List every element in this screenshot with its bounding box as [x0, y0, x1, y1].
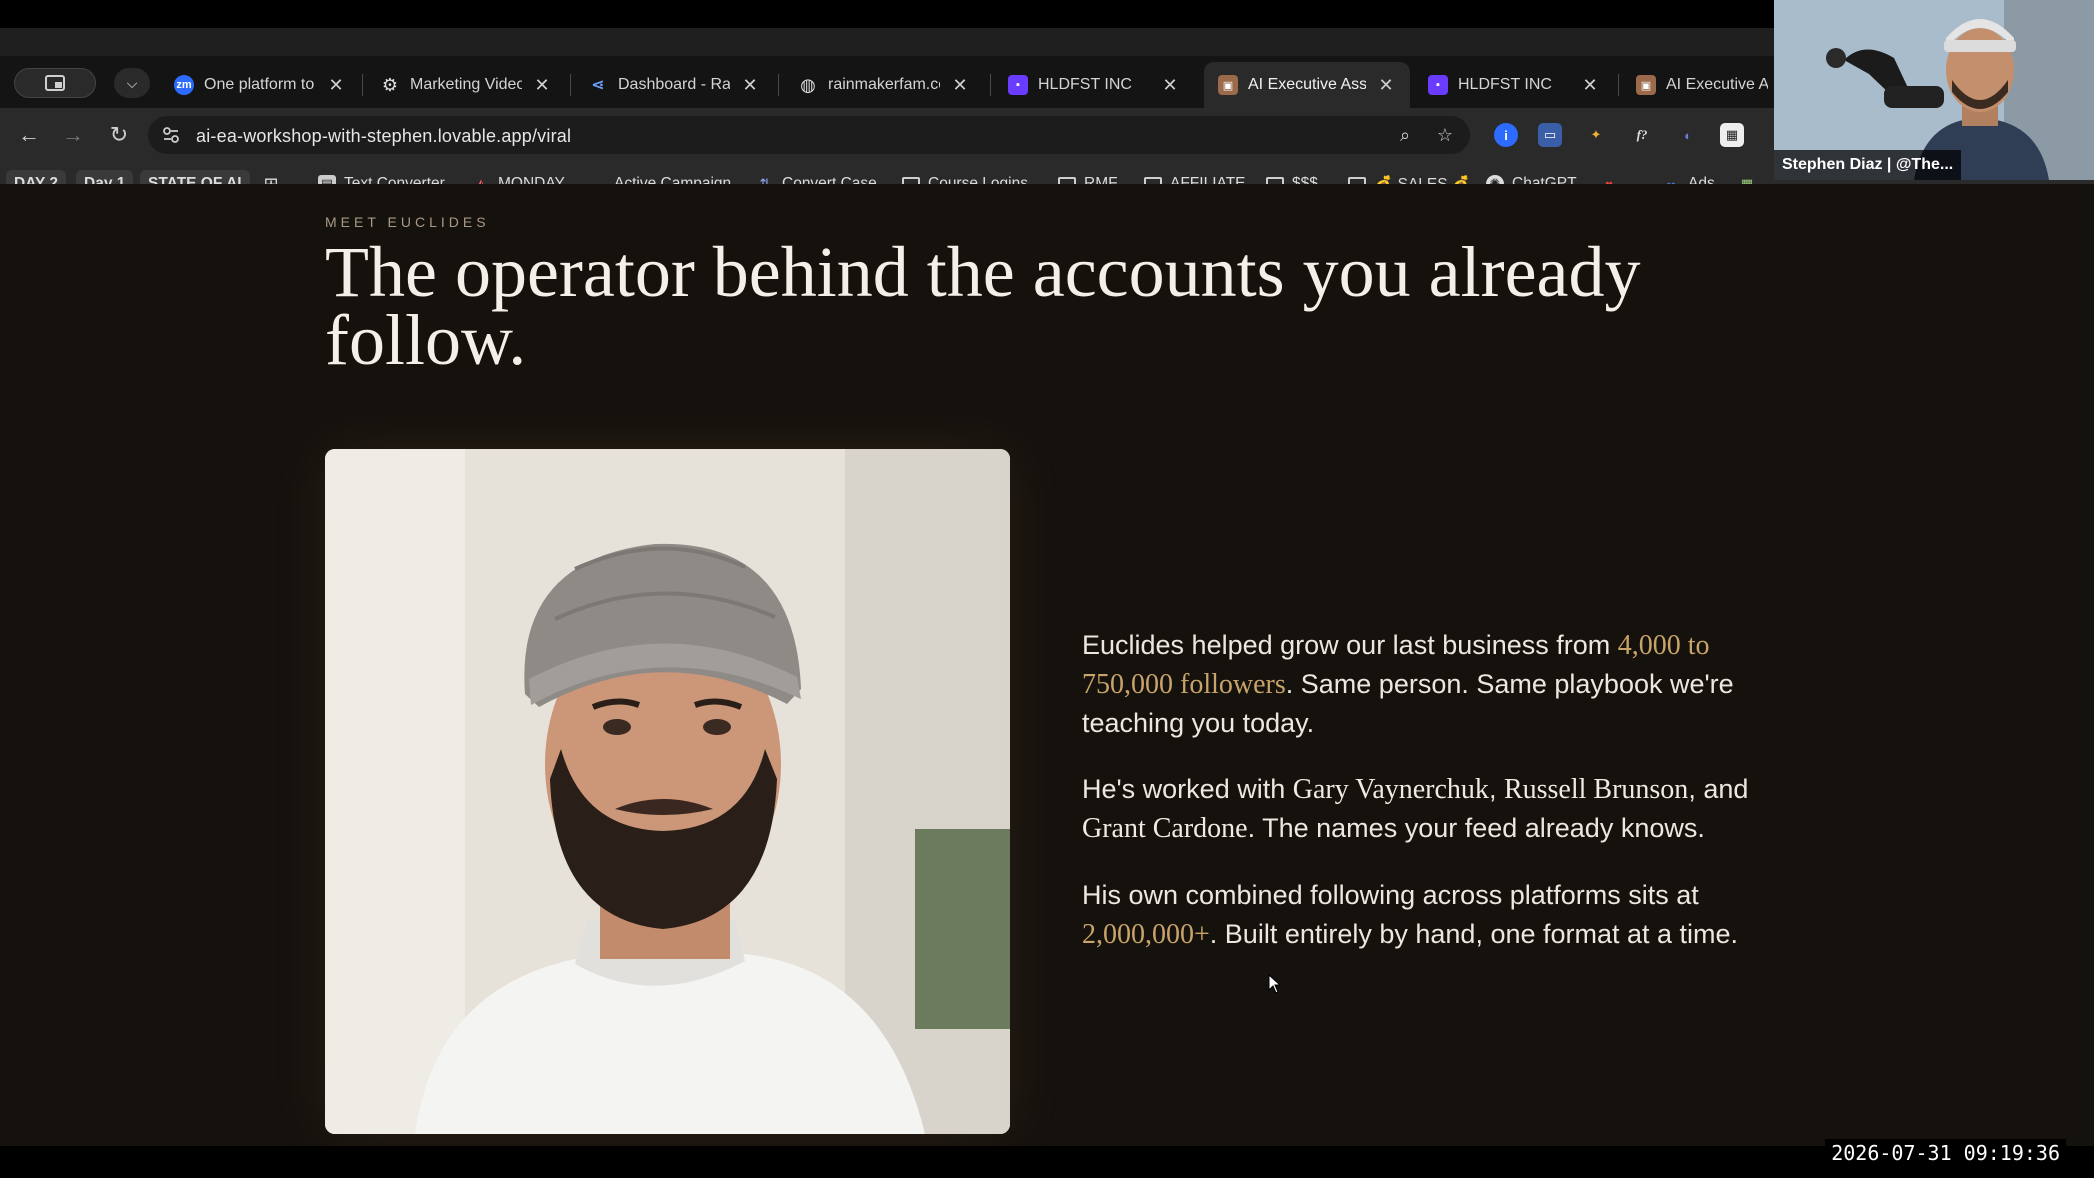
tab-list-button[interactable]: ⌵ [114, 68, 150, 98]
close-icon[interactable]: ✕ [532, 75, 552, 96]
tab-3[interactable]: ◍ rainmakerfam.co ✕ [784, 62, 984, 108]
arrow-right-icon: → [62, 122, 84, 147]
grid-extension-icon[interactable]: ▦ [1720, 123, 1744, 147]
page-icon: ▣ [1218, 75, 1238, 95]
forward-button[interactable]: → [58, 120, 88, 150]
close-icon[interactable]: ✕ [1376, 75, 1396, 96]
close-icon[interactable]: ✕ [950, 75, 970, 96]
site-settings-icon[interactable] [160, 124, 182, 146]
p3-text-after: . Built entirely by hand, one format at … [1209, 919, 1739, 949]
address-bar[interactable]: ai-ea-workshop-with-stephen.lovable.app/… [148, 116, 1470, 154]
p1-text-before: Euclides helped grow our last business f… [1082, 630, 1618, 660]
close-icon[interactable]: ✕ [740, 75, 760, 96]
magic-wand-icon[interactable]: ✦ [1584, 123, 1608, 147]
bio-paragraph-1: Euclides helped grow our last business f… [1082, 626, 1782, 743]
back-button[interactable]: ← [14, 120, 44, 150]
close-icon[interactable]: ✕ [1580, 75, 1600, 96]
p2-text-before: He's worked with [1082, 774, 1293, 804]
name-russell-brunson: Russell Brunson [1503, 774, 1689, 805]
tab-separator [990, 74, 991, 96]
gear-icon: ⚙ [381, 74, 399, 95]
tab-2[interactable]: ⋖ Dashboard - Rain ✕ [574, 62, 774, 108]
screen-capture-icon[interactable]: ▭ [1538, 123, 1562, 147]
reload-icon: ↻ [109, 122, 129, 147]
tab-separator [570, 74, 571, 96]
webcam-overlay: Stephen Diaz | @The... [1774, 0, 2094, 180]
tab-title: One platform to c [204, 76, 316, 93]
tab-6[interactable]: ▪ HLDFST INC ✕ [1414, 62, 1614, 108]
close-icon[interactable]: ✕ [1160, 75, 1180, 96]
bio-paragraph-3: His own combined following across platfo… [1082, 876, 1782, 954]
tab-1[interactable]: ⚙ Marketing Video ✕ [366, 62, 566, 108]
tab-search-button[interactable] [14, 68, 96, 98]
chevron-down-icon: ⌵ [126, 74, 138, 91]
share-icon: ⋖ [591, 77, 605, 94]
tab-separator [362, 74, 363, 96]
tab-0[interactable]: zm One platform to c ✕ [160, 62, 360, 108]
page-headline: The operator behind the accounts you alr… [325, 232, 1641, 380]
url-text: ai-ea-workshop-with-stephen.lovable.app/… [196, 126, 572, 146]
bio-paragraph-2: He's worked with Gary Vaynerchuk, Russel… [1082, 770, 1782, 848]
tab-title: HLDFST INC [1038, 76, 1132, 93]
portrait-illustration [325, 449, 1010, 1134]
tab-title: Marketing Video [410, 76, 522, 93]
zoom-search-icon[interactable]: ⌕ [1394, 124, 1416, 146]
page-icon: ▣ [1636, 75, 1656, 95]
tab-title: Dashboard - Rain [618, 76, 730, 93]
screen-bottom-bar [0, 1146, 2094, 1178]
app-icon: ▪ [1428, 75, 1448, 95]
tab-4[interactable]: ▪ HLDFST INC ✕ [994, 62, 1194, 108]
extension-icon[interactable]: ◐ [1676, 123, 1700, 147]
name-gary-vaynerchuk: Gary Vaynerchuk [1292, 774, 1489, 805]
euclides-portrait [325, 449, 1010, 1134]
tab-separator [778, 74, 779, 96]
app-icon: ▪ [1008, 75, 1028, 95]
section-eyebrow: MEET EUCLIDES [325, 214, 490, 230]
name-grant-cardone: Grant Cardone [1082, 813, 1248, 844]
p2-separator: , and [1688, 774, 1749, 804]
function-icon[interactable]: f? [1630, 123, 1654, 147]
recording-timestamp: 2026-07-31 09:19:36 [1825, 1139, 2066, 1167]
bookmark-star-icon[interactable]: ☆ [1434, 124, 1456, 146]
tab-5-active[interactable]: ▣ AI Executive Assi ✕ [1204, 62, 1410, 108]
tab-separator [1618, 74, 1619, 96]
mouse-cursor-icon [1268, 974, 1282, 994]
p3-text-before: His own combined following across platfo… [1082, 880, 1699, 910]
tab-7[interactable]: ▣ AI Executive Ass [1622, 62, 1782, 108]
window-icon [45, 75, 65, 91]
globe-icon: ◍ [800, 74, 816, 95]
tab-title: rainmakerfam.co [828, 76, 940, 93]
arrow-left-icon: ← [18, 122, 40, 147]
p2-separator: , [1488, 774, 1504, 804]
web-page: MEET EUCLIDES The operator behind the ac… [0, 184, 2094, 1146]
close-icon[interactable]: ✕ [326, 75, 346, 96]
tab-title: AI Executive Ass [1666, 76, 1768, 93]
tab-title: AI Executive Assi [1248, 76, 1366, 93]
password-manager-icon[interactable]: i [1494, 123, 1518, 147]
zoom-icon: zm [174, 75, 194, 95]
following-count-highlight: 2,000,000+ [1082, 919, 1210, 950]
reload-button[interactable]: ↻ [104, 120, 134, 150]
presenter-name-label: Stephen Diaz | @The... [1774, 150, 1962, 180]
p2-text-after: . The names your feed already knows. [1247, 813, 1705, 843]
tab-title: HLDFST INC [1458, 76, 1552, 93]
